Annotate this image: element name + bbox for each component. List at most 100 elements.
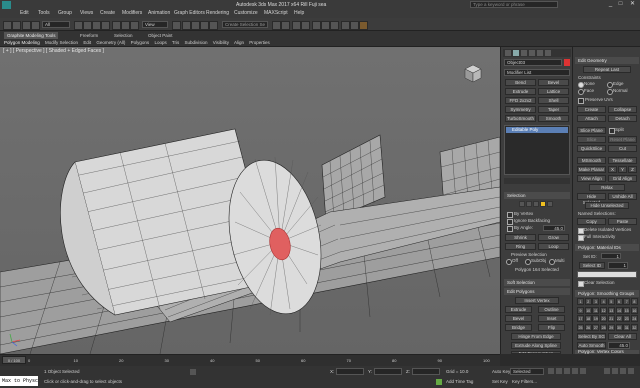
align-icon[interactable] — [281, 21, 290, 30]
vertex-colors-header[interactable]: Polygon: Vertex Colors — [575, 350, 639, 354]
slice-button[interactable]: Slice — [577, 136, 606, 143]
bevel-modifier-button[interactable]: Bevel — [538, 79, 569, 86]
smoothing-group-5-button[interactable]: 5 — [607, 298, 615, 305]
menu-create[interactable]: Create — [100, 9, 115, 18]
pivot-icon[interactable] — [172, 21, 181, 30]
subtab-align[interactable]: Align — [234, 40, 244, 45]
motion-tab-icon[interactable] — [529, 50, 535, 56]
subtab-properties[interactable]: Properties — [249, 40, 270, 45]
outline-button[interactable]: Outline — [538, 306, 565, 313]
smoothing-group-22-button[interactable]: 22 — [615, 315, 623, 322]
smoothing-group-11-button[interactable]: 11 — [592, 306, 600, 314]
smoothing-group-32-button[interactable]: 32 — [630, 323, 638, 331]
subtab-tris[interactable]: Tris — [172, 40, 179, 45]
time-slider[interactable]: 0 / 100 0 10 20 30 40 50 60 70 80 90 100 — [0, 354, 500, 366]
auto-key-button[interactable]: Auto Key — [492, 369, 510, 374]
named-selection-dropdown[interactable]: Create Selection Se — [222, 21, 268, 28]
zoom-icon[interactable] — [604, 368, 610, 374]
smoothing-group-13-button[interactable]: 13 — [607, 306, 615, 314]
link-icon[interactable] — [22, 21, 31, 30]
smoothing-group-4-button[interactable]: 4 — [600, 298, 608, 305]
lattice-button[interactable]: Lattice — [538, 88, 569, 95]
smoothing-group-15-button[interactable]: 15 — [623, 306, 631, 314]
render-icon[interactable] — [359, 21, 368, 30]
hide-selected-button[interactable]: Hide Selected — [577, 193, 606, 205]
tab-selection[interactable]: Selection — [114, 32, 133, 39]
display-tab-icon[interactable] — [537, 50, 543, 56]
insert-vertex-button[interactable]: Insert Vertex — [515, 297, 559, 304]
msmooth-button[interactable]: MSmooth — [577, 157, 606, 164]
smoothing-group-8-button[interactable]: 8 — [630, 298, 638, 305]
smoothing-group-2-button[interactable]: 2 — [584, 298, 592, 305]
view-align-button[interactable]: View Align — [577, 175, 606, 182]
edit-triangulation-button[interactable]: Edit Triangulation — [511, 351, 561, 354]
lock-icon[interactable] — [190, 369, 196, 375]
render-setup-icon[interactable] — [341, 21, 350, 30]
orbit-icon[interactable] — [620, 368, 626, 374]
tessellate-button[interactable]: Tessellate — [608, 157, 637, 164]
viewport-label[interactable]: [ + ] [ Perspective ] [ Shaded + Edged F… — [3, 48, 104, 54]
window-crossing-icon[interactable] — [101, 21, 110, 30]
menu-graph-editors[interactable]: Graph Editors — [174, 9, 205, 18]
smoothing-group-27-button[interactable]: 27 — [592, 323, 600, 331]
smoothing-group-6-button[interactable]: 6 — [615, 298, 623, 305]
smoothing-group-17-button[interactable]: 17 — [577, 315, 584, 322]
angle-snap-icon[interactable] — [191, 21, 200, 30]
paste-button[interactable]: Paste — [608, 218, 637, 225]
subtab-subdivision[interactable]: Subdivision — [184, 40, 207, 45]
smoothing-group-21-button[interactable]: 21 — [607, 315, 615, 322]
smoothing-group-18-button[interactable]: 18 — [584, 315, 592, 322]
by-angle-spinner[interactable]: 45.0 — [543, 225, 565, 231]
prev-frame-icon[interactable] — [556, 368, 562, 374]
select-id-button[interactable]: Select ID — [579, 262, 605, 269]
slice-plane-button[interactable]: Slice Plane — [577, 127, 606, 134]
smoothing-group-31-button[interactable]: 31 — [623, 323, 631, 331]
shrink-button[interactable]: Shrink — [505, 234, 536, 241]
preserve-uvs-checkbox[interactable] — [578, 98, 584, 104]
smoothing-group-9-button[interactable]: 9 — [577, 306, 584, 314]
smoothing-group-16-button[interactable]: 16 — [630, 306, 638, 314]
edge-mode-icon[interactable] — [526, 201, 532, 207]
unlink-icon[interactable] — [31, 21, 40, 30]
selection-filter-dropdown[interactable]: All — [42, 21, 70, 28]
polygon-mode-icon[interactable] — [540, 201, 546, 207]
menu-views[interactable]: Views — [80, 9, 93, 18]
goto-end-icon[interactable] — [580, 368, 586, 374]
planar-y-button[interactable]: Y — [618, 166, 627, 173]
shell-button[interactable]: Shell — [538, 97, 569, 104]
quickslice-button[interactable]: QuickSlice — [577, 145, 606, 152]
smooth-button[interactable]: Smooth — [538, 115, 569, 122]
key-filters-button[interactable]: Key Filters... — [512, 379, 537, 384]
play-icon[interactable] — [564, 368, 570, 374]
subtab-visibility[interactable]: Visibility — [213, 40, 229, 45]
smoothing-group-25-button[interactable]: 25 — [577, 323, 584, 331]
x-coord-field[interactable] — [336, 368, 364, 375]
extrude-along-spline-button[interactable]: Extrude Along Spline — [511, 342, 561, 349]
by-vertex-checkbox[interactable] — [507, 212, 513, 218]
menu-animation[interactable]: Animation — [148, 9, 170, 18]
set-id-spinner[interactable]: 1 — [601, 253, 621, 259]
menu-customize[interactable]: Customize — [234, 9, 258, 18]
maxscript-listener[interactable]: Max to Physc — [0, 376, 38, 386]
auto-smooth-button[interactable]: Auto Smooth — [577, 342, 606, 349]
stack-item-editable-poly[interactable]: Editable Poly — [506, 127, 568, 133]
close-button[interactable]: ✕ — [627, 1, 638, 8]
planar-z-button[interactable]: Z — [628, 166, 637, 173]
tab-freeform[interactable]: Freeform — [80, 32, 98, 39]
inset-button[interactable]: Inset — [538, 315, 565, 322]
smoothing-group-3-button[interactable]: 3 — [592, 298, 600, 305]
repeat-last-button[interactable]: Repeat Last — [583, 66, 631, 73]
edit-geometry-header[interactable]: Edit Geometry — [575, 57, 639, 64]
menu-help[interactable]: Help — [294, 9, 304, 18]
snap-icon[interactable] — [182, 21, 191, 30]
perspective-viewport[interactable]: [ + ] [ Perspective ] [ Shaded + Edged F… — [0, 47, 500, 354]
pan-icon[interactable] — [612, 368, 618, 374]
subtab-edit[interactable]: Edit — [83, 40, 91, 45]
collapse-button[interactable]: Collapse — [608, 106, 637, 113]
material-editor-icon[interactable] — [330, 21, 339, 30]
symmetry-button[interactable]: Symmetry — [505, 106, 536, 113]
smoothing-group-23-button[interactable]: 23 — [623, 315, 631, 322]
smoothing-group-10-button[interactable]: 10 — [584, 306, 592, 314]
subtab-modify-selection[interactable]: Modify Selection — [45, 40, 78, 45]
smoothing-group-28-button[interactable]: 28 — [600, 323, 608, 331]
